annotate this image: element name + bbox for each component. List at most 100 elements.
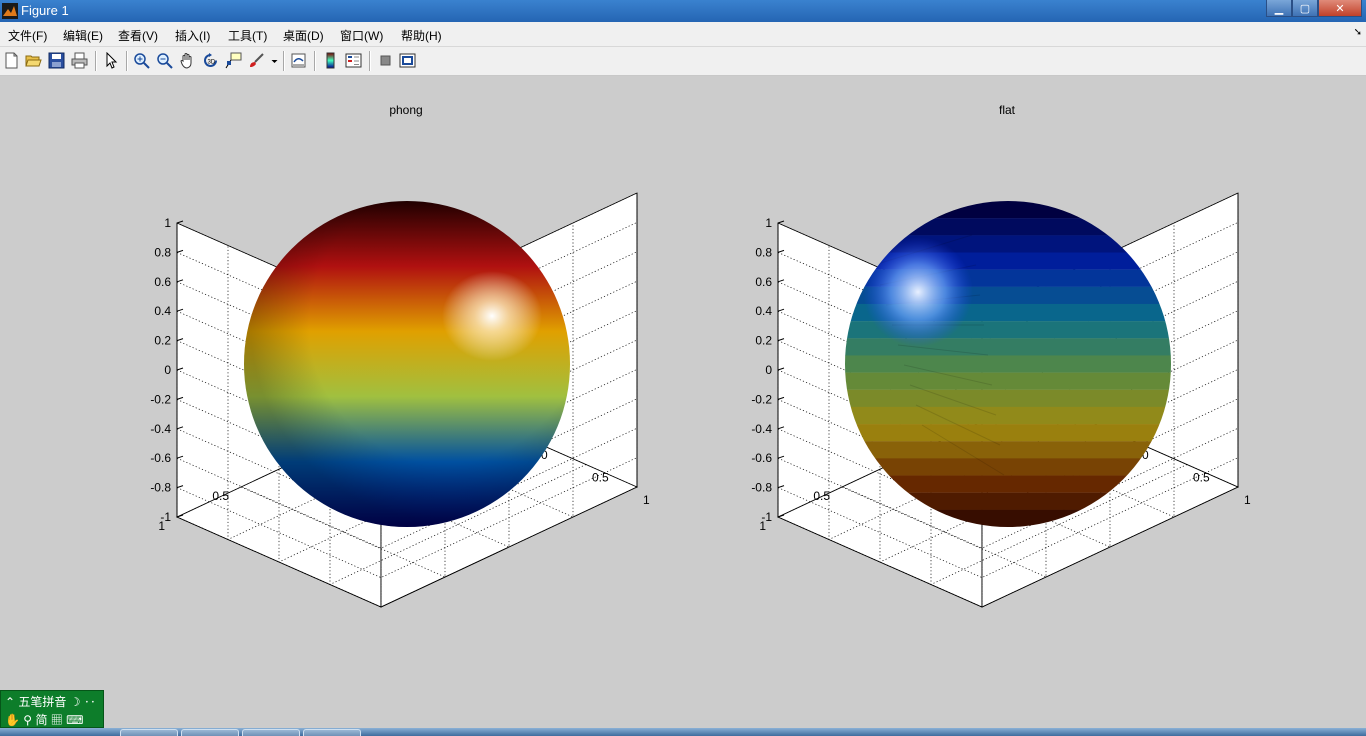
z-tick-label: -0.8 <box>751 481 772 495</box>
ime-keyboard-icon[interactable]: ⌨ <box>66 713 83 727</box>
window-title-bar[interactable]: Figure 1 ▁ ▢ ✕ <box>0 0 1366 22</box>
ime-tools-row: ✋ ⚲ 简 ▦ ⌨ <box>5 711 83 728</box>
new-figure-icon[interactable] <box>3 52 20 69</box>
ime-mode[interactable]: 简 <box>35 713 47 727</box>
z-tick <box>176 220 184 224</box>
x-tick-label: 1 <box>643 493 650 507</box>
ime-expand-icon[interactable]: ⌃ <box>5 695 15 709</box>
z-tick-label: 0.8 <box>154 245 171 259</box>
sphere-band <box>845 355 1171 373</box>
z-tick-label: 1 <box>164 216 171 230</box>
figure-canvas[interactable]: -1-0.8-0.6-0.4-0.200.20.40.60.81-1-0.500… <box>0 76 1366 726</box>
open-file-icon[interactable] <box>25 52 42 69</box>
ime-name-row: ⌃ 五笔拼音 ☽ ‥ <box>5 693 96 710</box>
hide-plot-tools-icon[interactable] <box>377 52 394 69</box>
z-tick-label: 0.2 <box>755 334 772 348</box>
brush-icon[interactable] <box>248 52 265 69</box>
taskbar-button[interactable] <box>242 729 300 736</box>
z-tick-label: -0.6 <box>150 451 171 465</box>
z-tick-label: -0.2 <box>150 392 171 406</box>
y-tick-label: 0.5 <box>212 489 229 503</box>
sphere-band <box>845 458 1171 476</box>
menu-tools[interactable]: 工具(T) <box>228 27 267 44</box>
axes-phong[interactable]: -1-0.8-0.6-0.4-0.200.20.40.60.81-1-0.500… <box>130 76 670 696</box>
matlab-icon <box>2 3 18 19</box>
ime-name: 五笔拼音 <box>18 695 67 709</box>
brush-dropdown-icon[interactable] <box>266 52 278 69</box>
z-tick-label: 0.6 <box>154 275 171 289</box>
toolbar-separator <box>126 51 127 71</box>
ime-punctuation-icon[interactable]: ‥ <box>84 695 96 709</box>
rotate-3d-icon[interactable]: 3D <box>202 52 219 69</box>
menu-insert[interactable]: 插入(I) <box>175 27 210 44</box>
show-plot-tools-icon[interactable] <box>399 52 416 69</box>
z-tick-label: 0.2 <box>154 334 171 348</box>
taskbar <box>0 728 1366 736</box>
x-tick-label: 0.5 <box>592 471 609 485</box>
figure-toolbar: 3D <box>0 47 1366 76</box>
taskbar-button[interactable] <box>120 729 178 736</box>
pan-hand-icon[interactable] <box>179 52 196 69</box>
z-tick-label: -0.2 <box>751 392 772 406</box>
data-cursor-icon[interactable] <box>225 52 242 69</box>
menu-window[interactable]: 窗口(W) <box>340 27 383 44</box>
z-tick-label: -0.8 <box>150 481 171 495</box>
z-tick-label: 0.4 <box>755 304 772 318</box>
close-button[interactable]: ✕ <box>1318 0 1362 17</box>
axes-title: flat <box>999 103 1016 117</box>
y-tick-label: 1 <box>759 519 766 533</box>
edit-plot-icon[interactable] <box>103 52 120 69</box>
window-controls: ▁ ▢ ✕ <box>1266 0 1362 18</box>
ime-grid-icon[interactable]: ▦ <box>51 713 63 727</box>
z-tick-label: -0.6 <box>751 451 772 465</box>
z-tick-label: 1 <box>765 216 772 230</box>
sphere-band <box>845 389 1171 408</box>
z-tick-label: 0 <box>164 363 171 377</box>
print-figure-icon[interactable] <box>71 52 88 69</box>
axes-title: phong <box>389 103 422 117</box>
sphere-band <box>845 441 1171 459</box>
z-tick-label: 0 <box>765 363 772 377</box>
sphere-band <box>845 406 1171 425</box>
sphere-shading <box>244 201 570 527</box>
maximize-button[interactable]: ▢ <box>1292 0 1318 17</box>
menu-edit[interactable]: 编辑(E) <box>63 27 103 44</box>
ime-status-bar[interactable]: ⌃ 五笔拼音 ☽ ‥ ✋ ⚲ 简 ▦ ⌨ <box>0 690 104 728</box>
menu-bar: 文件(F) 编辑(E) 查看(V) 插入(I) 工具(T) 桌面(D) 窗口(W… <box>0 22 1366 47</box>
z-tick-label: -0.4 <box>150 422 171 436</box>
sphere-band <box>845 201 1171 219</box>
ime-hand-icon[interactable]: ✋ <box>5 713 20 727</box>
z-tick-label: 0.8 <box>755 245 772 259</box>
insert-legend-icon[interactable] <box>345 52 362 69</box>
toolbar-separator <box>369 51 370 71</box>
dock-arrow-icon[interactable]: ➘ <box>1354 27 1362 38</box>
menu-view[interactable]: 查看(V) <box>118 27 158 44</box>
ime-halfwidth-icon[interactable]: ☽ <box>70 695 81 709</box>
window-title: Figure 1 <box>21 3 69 18</box>
zoom-in-icon[interactable] <box>133 52 150 69</box>
save-figure-icon[interactable] <box>48 52 65 69</box>
axes-flat[interactable]: -1-0.8-0.6-0.4-0.200.20.40.60.81-1-0.500… <box>731 76 1271 696</box>
zoom-out-icon[interactable] <box>156 52 173 69</box>
x-tick-label: 1 <box>1244 493 1251 507</box>
insert-colorbar-icon[interactable] <box>322 52 339 69</box>
toolbar-separator <box>283 51 284 71</box>
x-tick-label: 0.5 <box>1193 471 1210 485</box>
toolbar-separator <box>314 51 315 71</box>
minimize-button[interactable]: ▁ <box>1266 0 1292 17</box>
specular-highlight <box>863 237 973 347</box>
y-tick-label: 1 <box>158 519 165 533</box>
sphere-band <box>845 218 1171 236</box>
z-tick-label: 0.4 <box>154 304 171 318</box>
menu-desktop[interactable]: 桌面(D) <box>283 27 324 44</box>
taskbar-button[interactable] <box>181 729 239 736</box>
menu-help[interactable]: 帮助(H) <box>401 27 442 44</box>
taskbar-button[interactable] <box>303 729 361 736</box>
sphere-band <box>845 424 1171 442</box>
sphere-band <box>845 372 1171 390</box>
link-plot-icon[interactable] <box>290 52 307 69</box>
menu-file[interactable]: 文件(F) <box>8 27 47 44</box>
ime-search-icon[interactable]: ⚲ <box>23 713 32 727</box>
z-tick <box>777 220 785 224</box>
z-tick-label: -0.4 <box>751 422 772 436</box>
